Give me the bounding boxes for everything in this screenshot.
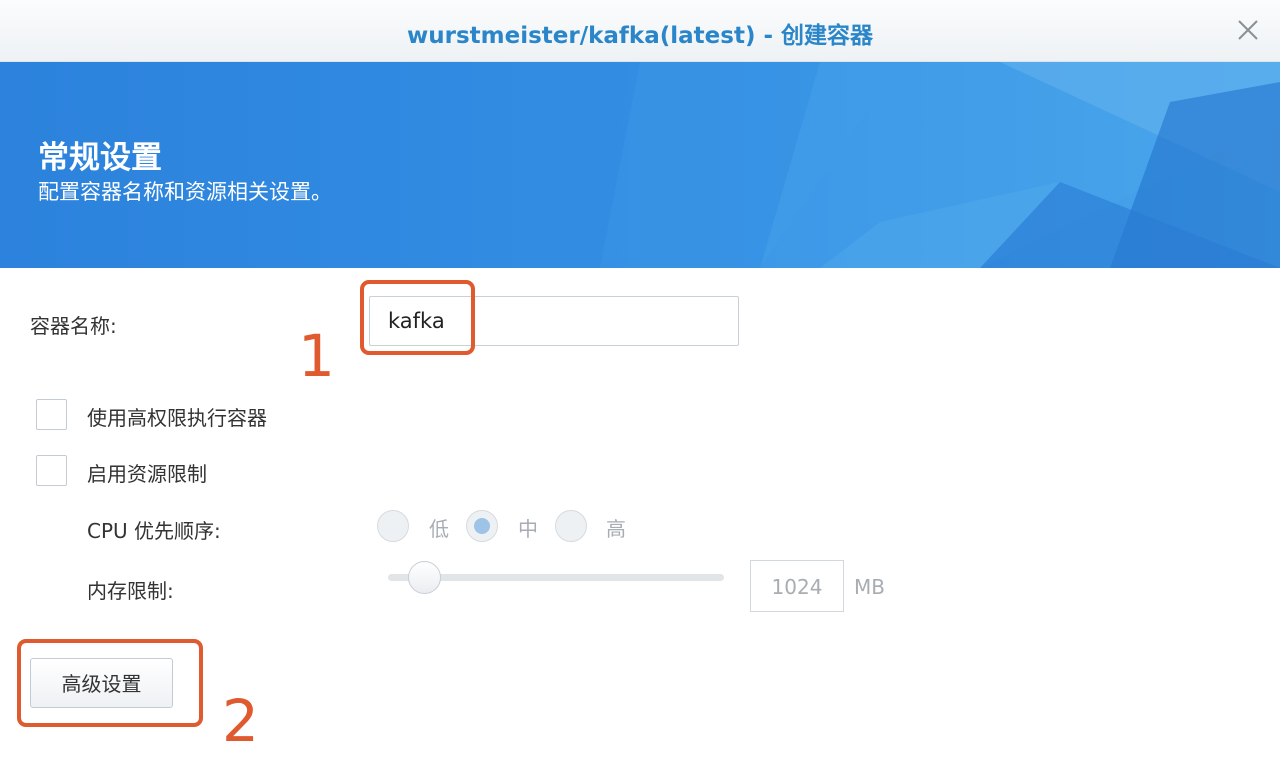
- title-bar: wurstmeister/kafka(latest) - 创建容器: [0, 0, 1280, 62]
- cpu-priority-high-radio[interactable]: [555, 510, 587, 542]
- cpu-priority-low-label: 低: [429, 517, 449, 541]
- container-name-label: 容器名称:: [30, 314, 117, 338]
- cpu-priority-medium-label: 中: [518, 517, 538, 541]
- memory-limit-label: 内存限制:: [87, 579, 174, 603]
- memory-unit-label: MB: [854, 575, 885, 599]
- cpu-priority-low-radio[interactable]: [377, 510, 409, 542]
- privileged-checkbox[interactable]: [36, 399, 67, 430]
- header-banner: 常规设置 配置容器名称和资源相关设置。: [0, 62, 1280, 268]
- memory-value-input[interactable]: 1024: [750, 560, 844, 612]
- privileged-label: 使用高权限执行容器: [87, 406, 267, 430]
- annotation-marker-2: 2: [222, 687, 259, 755]
- window-title: wurstmeister/kafka(latest) - 创建容器: [406, 23, 874, 49]
- memory-slider-handle[interactable]: [408, 561, 441, 594]
- section-title: 常规设置: [38, 140, 162, 176]
- annotation-marker-1: 1: [298, 322, 335, 390]
- banner-background: [0, 62, 1280, 268]
- annotation-highlight-2: [17, 639, 203, 727]
- annotation-highlight-1: [360, 280, 475, 355]
- close-icon[interactable]: [1232, 14, 1264, 46]
- section-subtitle: 配置容器名称和资源相关设置。: [38, 180, 332, 204]
- radio-selected-dot: [474, 518, 490, 534]
- cpu-priority-label: CPU 优先顺序:: [87, 519, 221, 543]
- resource-limit-checkbox[interactable]: [36, 455, 67, 486]
- resource-limit-label: 启用资源限制: [87, 462, 207, 486]
- cpu-priority-high-label: 高: [606, 517, 626, 541]
- cpu-priority-medium-radio[interactable]: [466, 510, 498, 542]
